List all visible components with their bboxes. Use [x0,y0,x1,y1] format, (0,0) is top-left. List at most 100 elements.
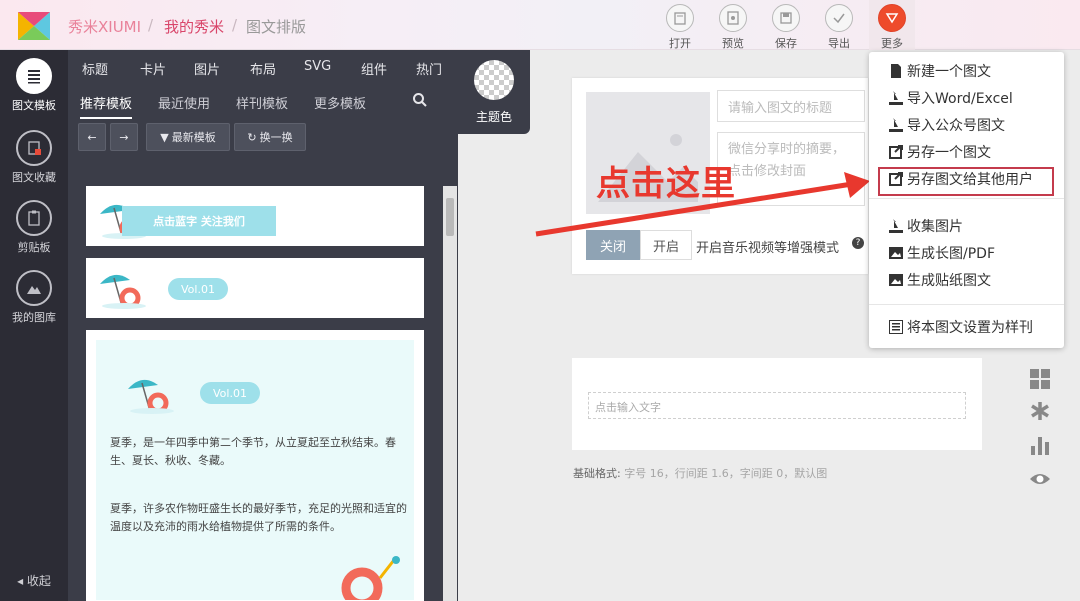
menu-divider [869,304,1064,305]
menu-item-save-as[interactable]: 另存一个图文 [869,139,1064,165]
highlight-box [878,167,1054,196]
more-triangle-icon [885,13,899,24]
menu-item-label: 将本图文设置为样刊 [907,320,1033,336]
collect-image-icon [889,219,903,233]
xiumi-logo[interactable] [14,8,54,44]
collapse-button[interactable]: ◂ 收起 [0,572,68,589]
preview-icon [727,11,739,25]
tab-image[interactable]: 图片 [194,59,220,78]
asterisk-icon[interactable] [1029,400,1051,422]
next-button[interactable]: → [110,123,138,151]
template-panel: 标题 卡片 图片 布局 SVG 组件 热门 推荐模板 最近使用 样刊模板 更多模… [68,50,458,601]
scrollbar-thumb[interactable] [446,198,454,236]
newest-templates-label: 最新模板 [171,131,216,144]
sidebar-item-label: 图文收藏 [12,171,56,184]
menu-item-sticker-article[interactable]: 生成贴纸图文 [869,267,1064,293]
annotation-arrow [535,172,870,237]
tab-layout[interactable]: 布局 [250,59,276,78]
bar-chart-icon[interactable] [1029,434,1051,456]
template-card[interactable]: Vol.01 [86,258,424,318]
export-button[interactable]: 导出 [819,4,859,51]
sidebar-item-gallery[interactable]: 我的图库 [0,270,68,325]
primary-tabs: 标题 卡片 图片 布局 SVG 组件 热门 [68,50,458,84]
search-icon[interactable] [412,92,428,108]
base-format-value: 字号 16，行间距 1.6，字间距 0，默认图 [624,467,828,480]
template-list: 点击蓝字 关注我们 Vol.01 Vol.01 夏季，是一年四季中第二个季节，从… [86,186,426,601]
menu-item-label: 生成贴纸图文 [907,273,991,289]
breadcrumb-layout: 图文排版 [246,18,307,36]
tab-hot[interactable]: 热门 [416,59,442,78]
image-icon [889,274,903,286]
shuffle-label: 换一换 [259,131,293,144]
tab-recent[interactable]: 最近使用 [158,93,210,112]
save-button[interactable]: 保存 [766,4,806,51]
refresh-icon: ↻ [247,130,257,144]
menu-item-new-article[interactable]: 新建一个图文 [869,58,1064,84]
card-content: Vol.01 夏季，是一年四季中第二个季节，从立夏起至立秋结束。春生、夏长、秋收… [96,340,414,600]
base-format-info: 基础格式: 字号 16，行间距 1.6，字间距 0，默认图 [573,465,827,481]
clipboard-icon [28,210,40,226]
mountain-icon [27,286,41,294]
collapse-label: 收起 [26,574,51,588]
sidebar-item-favorites[interactable]: 图文收藏 [0,130,68,185]
arrow-right-icon: → [119,130,129,144]
open-button[interactable]: 打开 [660,4,700,51]
template-card[interactable]: 点击蓝字 关注我们 [86,186,424,246]
filter-icon: ▼ [160,130,169,144]
shuffle-button[interactable]: ↻ 换一换 [234,123,306,151]
new-doc-icon [891,64,901,78]
tab-title[interactable]: 标题 [82,59,108,78]
beach-umbrella-icon [128,379,174,414]
content-text-input[interactable]: 点击输入文字 [588,392,966,419]
card-banner: 点击蓝字 关注我们 [122,206,276,236]
card-paragraph: 夏季，是一年四季中第二个季节，从立夏起至立秋结束。春生、夏长、秋收、冬藏。 [110,436,396,467]
list-box-icon [889,320,903,334]
sidebar-item-label: 我的图库 [12,311,56,324]
tab-recommended[interactable]: 推荐模板 [80,93,133,119]
tab-svg[interactable]: SVG [304,59,331,74]
menu-item-label: 生成长图/PDF [907,246,995,262]
sidebar-item-label: 剪贴板 [17,241,51,254]
tab-component[interactable]: 组件 [361,59,387,78]
secondary-tabs: 推荐模板 最近使用 样刊模板 更多模板 [68,86,458,119]
menu-item-long-image-pdf[interactable]: 生成长图/PDF [869,240,1064,266]
menu-divider [869,198,1064,199]
title-input[interactable]: 请输入图文的标题 [717,90,865,122]
save-icon [780,12,792,24]
grid-icon[interactable] [1029,368,1051,390]
menu-item-collect-images[interactable]: 收集图片 [869,213,1064,239]
theme-color-swatch[interactable] [474,60,514,100]
prev-button[interactable]: ← [78,123,106,151]
menu-item-set-as-magazine[interactable]: 将本图文设置为样刊 [869,314,1064,340]
breadcrumb-my-xiumi[interactable]: 我的秀米 [164,16,224,37]
menu-item-label: 收集图片 [907,219,963,235]
eye-icon[interactable] [1029,468,1051,490]
image-icon [889,247,903,259]
save-as-icon [889,145,903,159]
menu-item-label: 另存一个图文 [907,145,991,161]
import-icon [889,118,903,132]
export-check-icon [833,13,845,24]
newest-templates-button[interactable]: ▼ 最新模板 [146,123,230,151]
export-label: 导出 [828,37,850,50]
template-card[interactable]: Vol.01 夏季，是一年四季中第二个季节，从立夏起至立秋结束。春生、夏长、秋收… [86,330,424,601]
menu-item-import-word[interactable]: 导入Word/Excel [869,85,1064,111]
folder-icon [674,12,686,25]
list-icon [28,70,40,84]
sidebar-item-templates[interactable]: 图文模板 [0,58,68,113]
theme-color-label: 主题色 [475,110,512,124]
menu-item-import-wechat[interactable]: 导入公众号图文 [869,112,1064,138]
tab-more-templates[interactable]: 更多模板 [314,93,366,112]
preview-button[interactable]: 预览 [713,4,753,51]
base-format-label: 基础格式: [573,467,621,480]
tab-card[interactable]: 卡片 [140,59,166,78]
breadcrumb-separator: / [232,16,238,34]
more-dropdown-menu: 新建一个图文 导入Word/Excel 导入公众号图文 另存一个图文 另存图文给… [869,52,1064,348]
top-bar: 秀米XIUMI / 我的秀米 / 图文排版 打开 预览 保存 导出 更多 [0,0,1080,50]
tab-magazine[interactable]: 样刊模板 [236,93,288,112]
breadcrumb-xiumi[interactable]: 秀米XIUMI [68,16,141,37]
more-button[interactable]: 更多 [872,4,912,51]
template-scrollbar[interactable] [443,186,457,601]
menu-item-label: 导入公众号图文 [907,118,1005,134]
sidebar-item-clipboard[interactable]: 剪贴板 [0,200,68,255]
